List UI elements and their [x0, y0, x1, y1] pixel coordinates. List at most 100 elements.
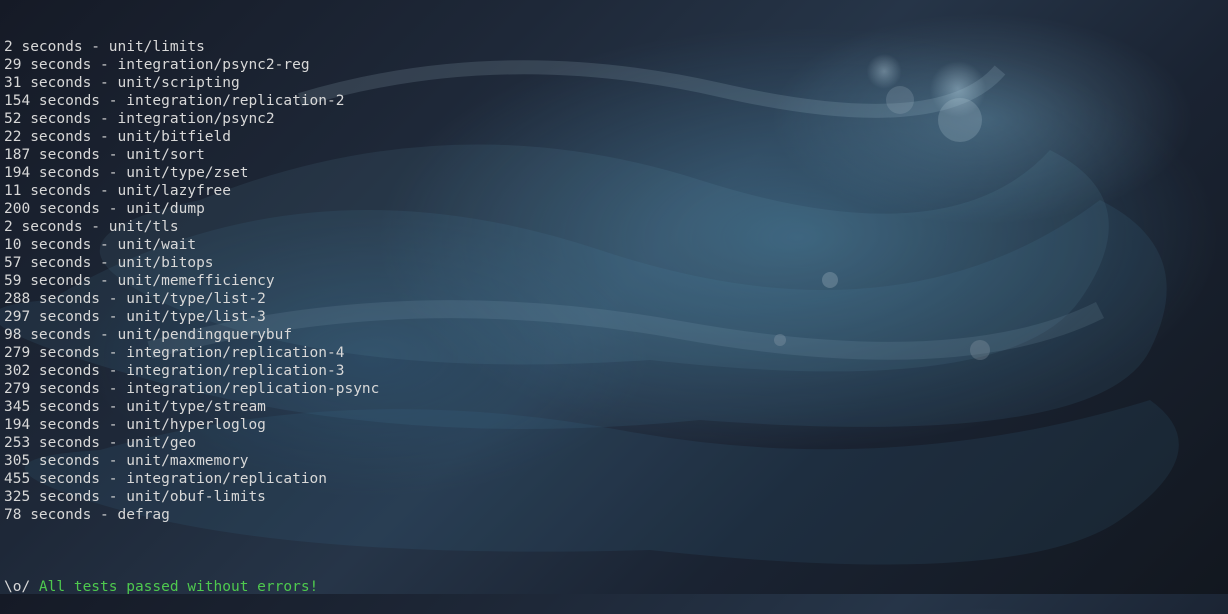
separator-text: seconds -: [30, 165, 126, 181]
separator-text: seconds -: [21, 327, 117, 343]
test-name: integration/psync2-reg: [118, 57, 310, 73]
test-name: unit/type/list-3: [126, 309, 266, 325]
test-duration: 302: [4, 363, 30, 379]
summary-emoticon: \o/: [4, 579, 39, 595]
separator-text: seconds -: [30, 309, 126, 325]
separator-text: seconds -: [30, 399, 126, 415]
test-name: unit/bitops: [118, 255, 214, 271]
test-name: defrag: [118, 507, 170, 523]
test-name: unit/geo: [126, 435, 196, 451]
test-duration: 194: [4, 417, 30, 433]
test-result-line: 345 seconds - unit/type/stream: [4, 398, 1228, 416]
test-result-line: 279 seconds - integration/replication-4: [4, 344, 1228, 362]
test-result-line: 279 seconds - integration/replication-ps…: [4, 380, 1228, 398]
separator-text: seconds -: [30, 471, 126, 487]
test-result-line: 78 seconds - defrag: [4, 506, 1228, 524]
test-duration: 187: [4, 147, 30, 163]
separator-text: seconds -: [30, 147, 126, 163]
test-name: unit/type/zset: [126, 165, 248, 181]
test-duration: 2: [4, 39, 13, 55]
separator-text: seconds -: [30, 435, 126, 451]
test-duration: 31: [4, 75, 21, 91]
test-name: integration/psync2: [118, 111, 275, 127]
test-name: unit/pendingquerybuf: [118, 327, 293, 343]
test-name: integration/replication: [126, 471, 327, 487]
test-name: integration/replication-3: [126, 363, 344, 379]
separator-text: seconds -: [30, 417, 126, 433]
test-duration: 325: [4, 489, 30, 505]
test-duration: 288: [4, 291, 30, 307]
separator-text: seconds -: [21, 237, 117, 253]
test-name: unit/sort: [126, 147, 205, 163]
test-result-line: 154 seconds - integration/replication-2: [4, 92, 1228, 110]
test-name: unit/lazyfree: [118, 183, 232, 199]
test-duration: 455: [4, 471, 30, 487]
test-duration: 253: [4, 435, 30, 451]
test-result-line: 31 seconds - unit/scripting: [4, 74, 1228, 92]
test-duration: 11: [4, 183, 21, 199]
separator-text: seconds -: [30, 201, 126, 217]
separator-text: seconds -: [30, 453, 126, 469]
test-name: unit/type/list-2: [126, 291, 266, 307]
separator-text: seconds -: [21, 273, 117, 289]
test-name: unit/bitfield: [118, 129, 232, 145]
separator-text: seconds -: [30, 345, 126, 361]
test-duration: 59: [4, 273, 21, 289]
test-duration: 154: [4, 93, 30, 109]
test-result-line: 29 seconds - integration/psync2-reg: [4, 56, 1228, 74]
test-name: unit/dump: [126, 201, 205, 217]
test-result-line: 2 seconds - unit/tls: [4, 218, 1228, 236]
test-result-line: 297 seconds - unit/type/list-3: [4, 308, 1228, 326]
separator-text: seconds -: [21, 255, 117, 271]
test-result-line: 455 seconds - integration/replication: [4, 470, 1228, 488]
separator-text: seconds -: [30, 489, 126, 505]
test-result-line: 11 seconds - unit/lazyfree: [4, 182, 1228, 200]
test-result-line: 325 seconds - unit/obuf-limits: [4, 488, 1228, 506]
test-result-line: 302 seconds - integration/replication-3: [4, 362, 1228, 380]
test-name: integration/replication-4: [126, 345, 344, 361]
test-duration: 22: [4, 129, 21, 145]
separator-text: seconds -: [13, 219, 109, 235]
test-name: integration/replication-psync: [126, 381, 379, 397]
test-duration: 345: [4, 399, 30, 415]
test-duration: 2: [4, 219, 13, 235]
test-name: unit/obuf-limits: [126, 489, 266, 505]
test-name: integration/replication-2: [126, 93, 344, 109]
test-duration: 98: [4, 327, 21, 343]
summary-message: All tests passed without errors!: [39, 579, 318, 595]
test-result-line: 288 seconds - unit/type/list-2: [4, 290, 1228, 308]
test-name: unit/hyperloglog: [126, 417, 266, 433]
test-duration: 57: [4, 255, 21, 271]
test-result-line: 57 seconds - unit/bitops: [4, 254, 1228, 272]
test-name: unit/memefficiency: [118, 273, 275, 289]
test-result-line: 200 seconds - unit/dump: [4, 200, 1228, 218]
separator-text: seconds -: [21, 507, 117, 523]
terminal-output: 2 seconds - unit/limits29 seconds - inte…: [0, 0, 1228, 614]
separator-text: seconds -: [13, 39, 109, 55]
test-result-line: 98 seconds - unit/pendingquerybuf: [4, 326, 1228, 344]
test-result-line: 2 seconds - unit/limits: [4, 38, 1228, 56]
test-duration: 78: [4, 507, 21, 523]
separator-text: seconds -: [21, 183, 117, 199]
test-name: unit/maxmemory: [126, 453, 248, 469]
test-duration: 52: [4, 111, 21, 127]
test-duration: 194: [4, 165, 30, 181]
test-name: unit/tls: [109, 219, 179, 235]
test-name: unit/limits: [109, 39, 205, 55]
test-result-line: 59 seconds - unit/memefficiency: [4, 272, 1228, 290]
test-duration: 305: [4, 453, 30, 469]
test-duration: 200: [4, 201, 30, 217]
test-result-line: 52 seconds - integration/psync2: [4, 110, 1228, 128]
test-duration: 279: [4, 381, 30, 397]
test-result-line: 194 seconds - unit/hyperloglog: [4, 416, 1228, 434]
test-name: unit/type/stream: [126, 399, 266, 415]
summary-line: \o/ All tests passed without errors!: [4, 578, 1228, 596]
test-result-line: 22 seconds - unit/bitfield: [4, 128, 1228, 146]
test-duration: 279: [4, 345, 30, 361]
separator-text: seconds -: [30, 381, 126, 397]
test-result-line: 194 seconds - unit/type/zset: [4, 164, 1228, 182]
separator-text: seconds -: [30, 363, 126, 379]
separator-text: seconds -: [21, 75, 117, 91]
test-duration: 29: [4, 57, 21, 73]
separator-text: seconds -: [21, 129, 117, 145]
